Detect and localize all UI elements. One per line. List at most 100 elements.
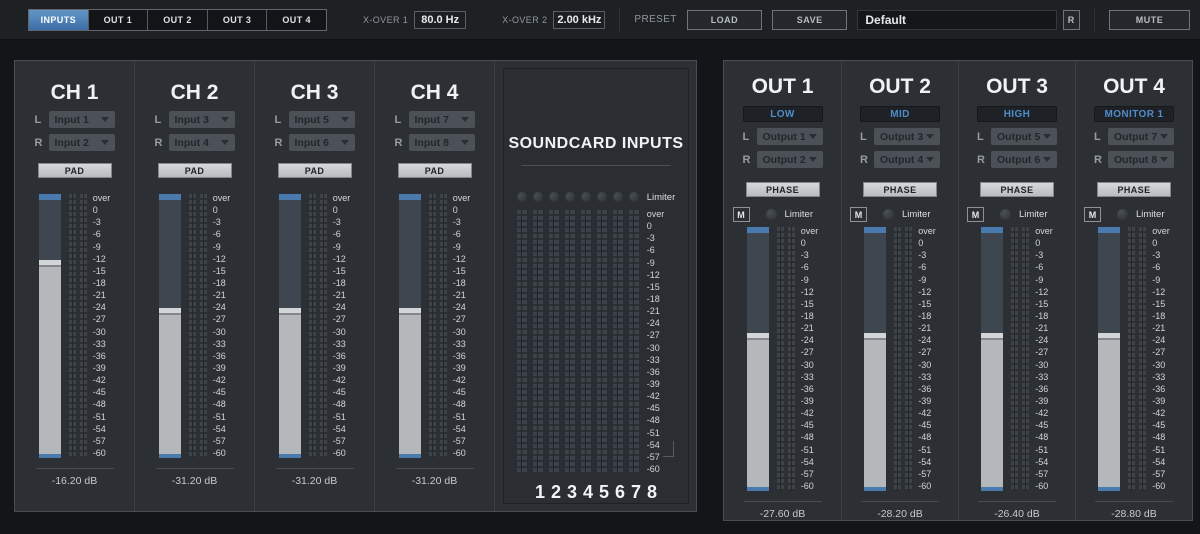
left-input-select[interactable]: Input 3 [169, 111, 235, 128]
channel-mute-button[interactable]: M [850, 207, 867, 222]
tab-inputs[interactable]: INPUTS [29, 10, 89, 30]
gain-fader[interactable] [399, 194, 421, 458]
gain-fader[interactable] [159, 194, 181, 458]
right-output-select[interactable]: Output 2 [757, 151, 823, 168]
scale-tick: -57 [453, 437, 466, 446]
fader-bottom-cap [864, 487, 886, 491]
left-input-select[interactable]: Input 5 [289, 111, 355, 128]
right-output-select[interactable]: Output 8 [1108, 151, 1174, 168]
scale-tick: -6 [647, 246, 655, 255]
soundcard-level-meter [565, 210, 575, 474]
left-input-select[interactable]: Input 7 [409, 111, 475, 128]
fader-handle[interactable] [1098, 333, 1120, 340]
scale-tick: -18 [453, 279, 466, 288]
scale-tick: -15 [918, 300, 931, 309]
left-input-value: Input 1 [55, 114, 89, 126]
band-button[interactable]: MONITOR 1 [1094, 106, 1174, 122]
scale-tick: -48 [1035, 433, 1048, 442]
fader-handle[interactable] [981, 333, 1003, 340]
pad-button[interactable]: PAD [398, 163, 472, 178]
soundcard-channel-numbers: 12345678 [535, 482, 657, 503]
right-input-select[interactable]: Input 6 [289, 134, 355, 151]
scale-tick: -9 [647, 259, 655, 268]
left-output-select[interactable]: Output 7 [1108, 128, 1174, 145]
left-input-select[interactable]: Input 1 [49, 111, 115, 128]
pad-button[interactable]: PAD [158, 163, 232, 178]
left-output-select[interactable]: Output 1 [757, 128, 823, 145]
reset-preset-button[interactable]: R [1063, 10, 1080, 30]
phase-button[interactable]: PHASE [746, 182, 820, 197]
fader-handle[interactable] [747, 333, 769, 340]
soundcard-inputs-panel: SOUNDCARD INPUTS Limiter over0-3-6-9-12-… [503, 68, 689, 504]
left-output-select[interactable]: Output 5 [991, 128, 1057, 145]
right-output-select[interactable]: Output 4 [874, 151, 940, 168]
scale-tick: -45 [1152, 421, 1165, 430]
save-button[interactable]: SAVE [772, 10, 847, 30]
left-output-select[interactable]: Output 3 [874, 128, 940, 145]
fader-top-cap [981, 227, 1003, 233]
scale-tick: -24 [1035, 336, 1048, 345]
channel-mute-button[interactable]: M [1084, 207, 1101, 222]
gain-fader[interactable] [1098, 227, 1120, 491]
xover1-value-input[interactable] [414, 11, 466, 29]
pad-button[interactable]: PAD [38, 163, 112, 178]
meter-block: over0-3-6-9-12-15-18-21-24-27-30-33-36-3… [159, 194, 231, 458]
right-output-value: Output 8 [1114, 154, 1157, 166]
channel-title: CH 2 [171, 81, 219, 105]
load-button[interactable]: LOAD [687, 10, 762, 30]
gain-fader[interactable] [981, 227, 1003, 491]
scale-tick: -51 [333, 413, 346, 422]
mute-button[interactable]: MUTE [1109, 10, 1190, 30]
scale-tick: -48 [1152, 433, 1165, 442]
scale-tick: over [1035, 227, 1053, 236]
meter-scale: over0-3-6-9-12-15-18-21-24-27-30-33-36-3… [801, 227, 819, 491]
tab-out-2[interactable]: OUT 2 [148, 10, 208, 30]
tab-out-3[interactable]: OUT 3 [208, 10, 268, 30]
left-output-value: Output 7 [1114, 131, 1157, 143]
phase-button[interactable]: PHASE [863, 182, 937, 197]
scale-tick: 0 [93, 206, 98, 215]
scale-tick: -60 [213, 449, 226, 458]
fader-handle[interactable] [39, 260, 61, 267]
chevron-down-icon [926, 157, 934, 162]
gain-fader[interactable] [39, 194, 61, 458]
chevron-down-icon [926, 134, 934, 139]
tab-out-1[interactable]: OUT 1 [89, 10, 149, 30]
channel-mute-button[interactable]: M [967, 207, 984, 222]
scale-tick: -57 [93, 437, 106, 446]
channel-mute-button[interactable]: M [733, 207, 750, 222]
level-meter-right [1139, 227, 1146, 491]
tab-label: OUT 1 [104, 15, 133, 25]
tab-out-4[interactable]: OUT 4 [267, 10, 326, 30]
gain-fader[interactable] [279, 194, 301, 458]
right-input-select[interactable]: Input 4 [169, 134, 235, 151]
chevron-down-icon [809, 134, 817, 139]
fader-handle[interactable] [399, 308, 421, 315]
fader-top-cap [399, 194, 421, 200]
scale-tick: -12 [918, 288, 931, 297]
phase-button[interactable]: PHASE [1097, 182, 1171, 197]
left-output-row: L Output 3 [860, 128, 940, 145]
left-output-row: L Output 5 [977, 128, 1057, 145]
gain-fader[interactable] [864, 227, 886, 491]
pad-button[interactable]: PAD [278, 163, 352, 178]
band-button[interactable]: HIGH [977, 106, 1057, 122]
band-button[interactable]: LOW [743, 106, 823, 122]
right-input-select[interactable]: Input 2 [49, 134, 115, 151]
band-button[interactable]: MID [860, 106, 940, 122]
scale-tick: -3 [1152, 251, 1160, 260]
right-input-select[interactable]: Input 8 [409, 134, 475, 151]
scale-tick: -6 [1035, 263, 1043, 272]
phase-button[interactable]: PHASE [980, 182, 1054, 197]
fader-handle[interactable] [159, 308, 181, 315]
right-output-select[interactable]: Output 6 [991, 151, 1057, 168]
channel-column: CH 4 L Input 7 R Input 8 PAD [375, 61, 495, 511]
fader-handle[interactable] [279, 308, 301, 315]
scale-tick: -3 [453, 218, 461, 227]
chevron-down-icon [461, 117, 469, 122]
fader-handle[interactable] [864, 333, 886, 340]
gain-fader[interactable] [747, 227, 769, 491]
xover2-value-input[interactable] [553, 11, 605, 29]
preset-name-field[interactable] [857, 10, 1056, 30]
meter-scale: over0-3-6-9-12-15-18-21-24-27-30-33-36-3… [333, 194, 351, 458]
